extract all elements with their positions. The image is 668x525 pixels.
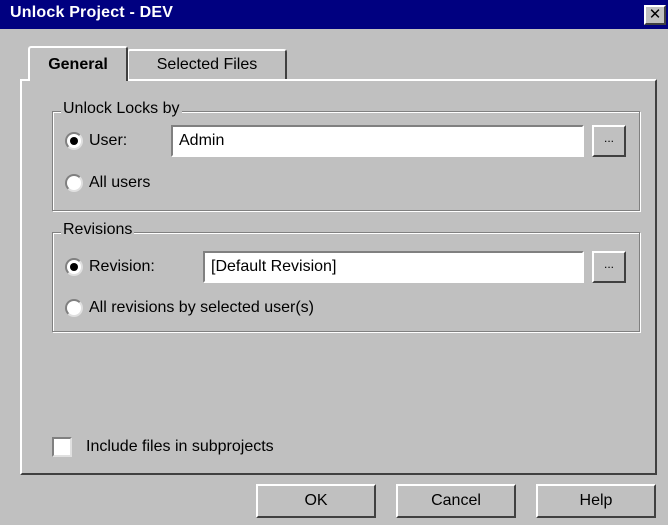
unlock-project-dialog: Unlock Project - DEV ✕ General Selected … bbox=[0, 0, 668, 525]
user-radio-label[interactable]: User: bbox=[89, 132, 127, 150]
tab-selected-files-label: Selected Files bbox=[156, 56, 258, 73]
help-button[interactable]: Help bbox=[536, 484, 656, 518]
tab-general-label: General bbox=[48, 56, 108, 73]
revision-radio-label[interactable]: Revision: bbox=[89, 258, 155, 276]
tab-general[interactable]: General bbox=[28, 46, 128, 81]
revision-radio-dot bbox=[70, 263, 78, 271]
user-field[interactable]: Admin bbox=[171, 125, 584, 157]
all-revisions-radio[interactable] bbox=[65, 299, 83, 317]
general-tab-panel: Unlock Locks by User: Admin ... All user… bbox=[20, 79, 657, 475]
revisions-label: Revisions bbox=[61, 221, 135, 239]
title-bar[interactable]: Unlock Project - DEV ✕ bbox=[0, 0, 668, 29]
close-button[interactable]: ✕ bbox=[644, 5, 666, 25]
revision-radio[interactable] bbox=[65, 258, 83, 276]
tab-selected-files[interactable]: Selected Files bbox=[127, 49, 287, 80]
include-subprojects-label[interactable]: Include files in subprojects bbox=[86, 438, 274, 456]
window-title: Unlock Project - DEV bbox=[10, 4, 174, 21]
user-radio-dot bbox=[70, 137, 78, 145]
revisions-group: Revisions Revision: [Default Revision] .… bbox=[52, 221, 640, 332]
cancel-button[interactable]: Cancel bbox=[396, 484, 516, 518]
ok-button[interactable]: OK bbox=[256, 484, 376, 518]
all-users-radio[interactable] bbox=[65, 174, 83, 192]
all-users-label[interactable]: All users bbox=[89, 174, 150, 192]
unlock-locks-by-group: Unlock Locks by User: Admin ... All user… bbox=[52, 100, 640, 211]
revision-field[interactable]: [Default Revision] bbox=[203, 251, 584, 283]
user-radio[interactable] bbox=[65, 132, 83, 150]
unlock-locks-by-label: Unlock Locks by bbox=[61, 100, 182, 118]
include-subprojects-checkbox[interactable] bbox=[52, 437, 72, 457]
revision-browse-button[interactable]: ... bbox=[592, 251, 626, 283]
all-revisions-label[interactable]: All revisions by selected user(s) bbox=[89, 299, 314, 317]
close-icon: ✕ bbox=[648, 6, 662, 23]
user-browse-button[interactable]: ... bbox=[592, 125, 626, 157]
